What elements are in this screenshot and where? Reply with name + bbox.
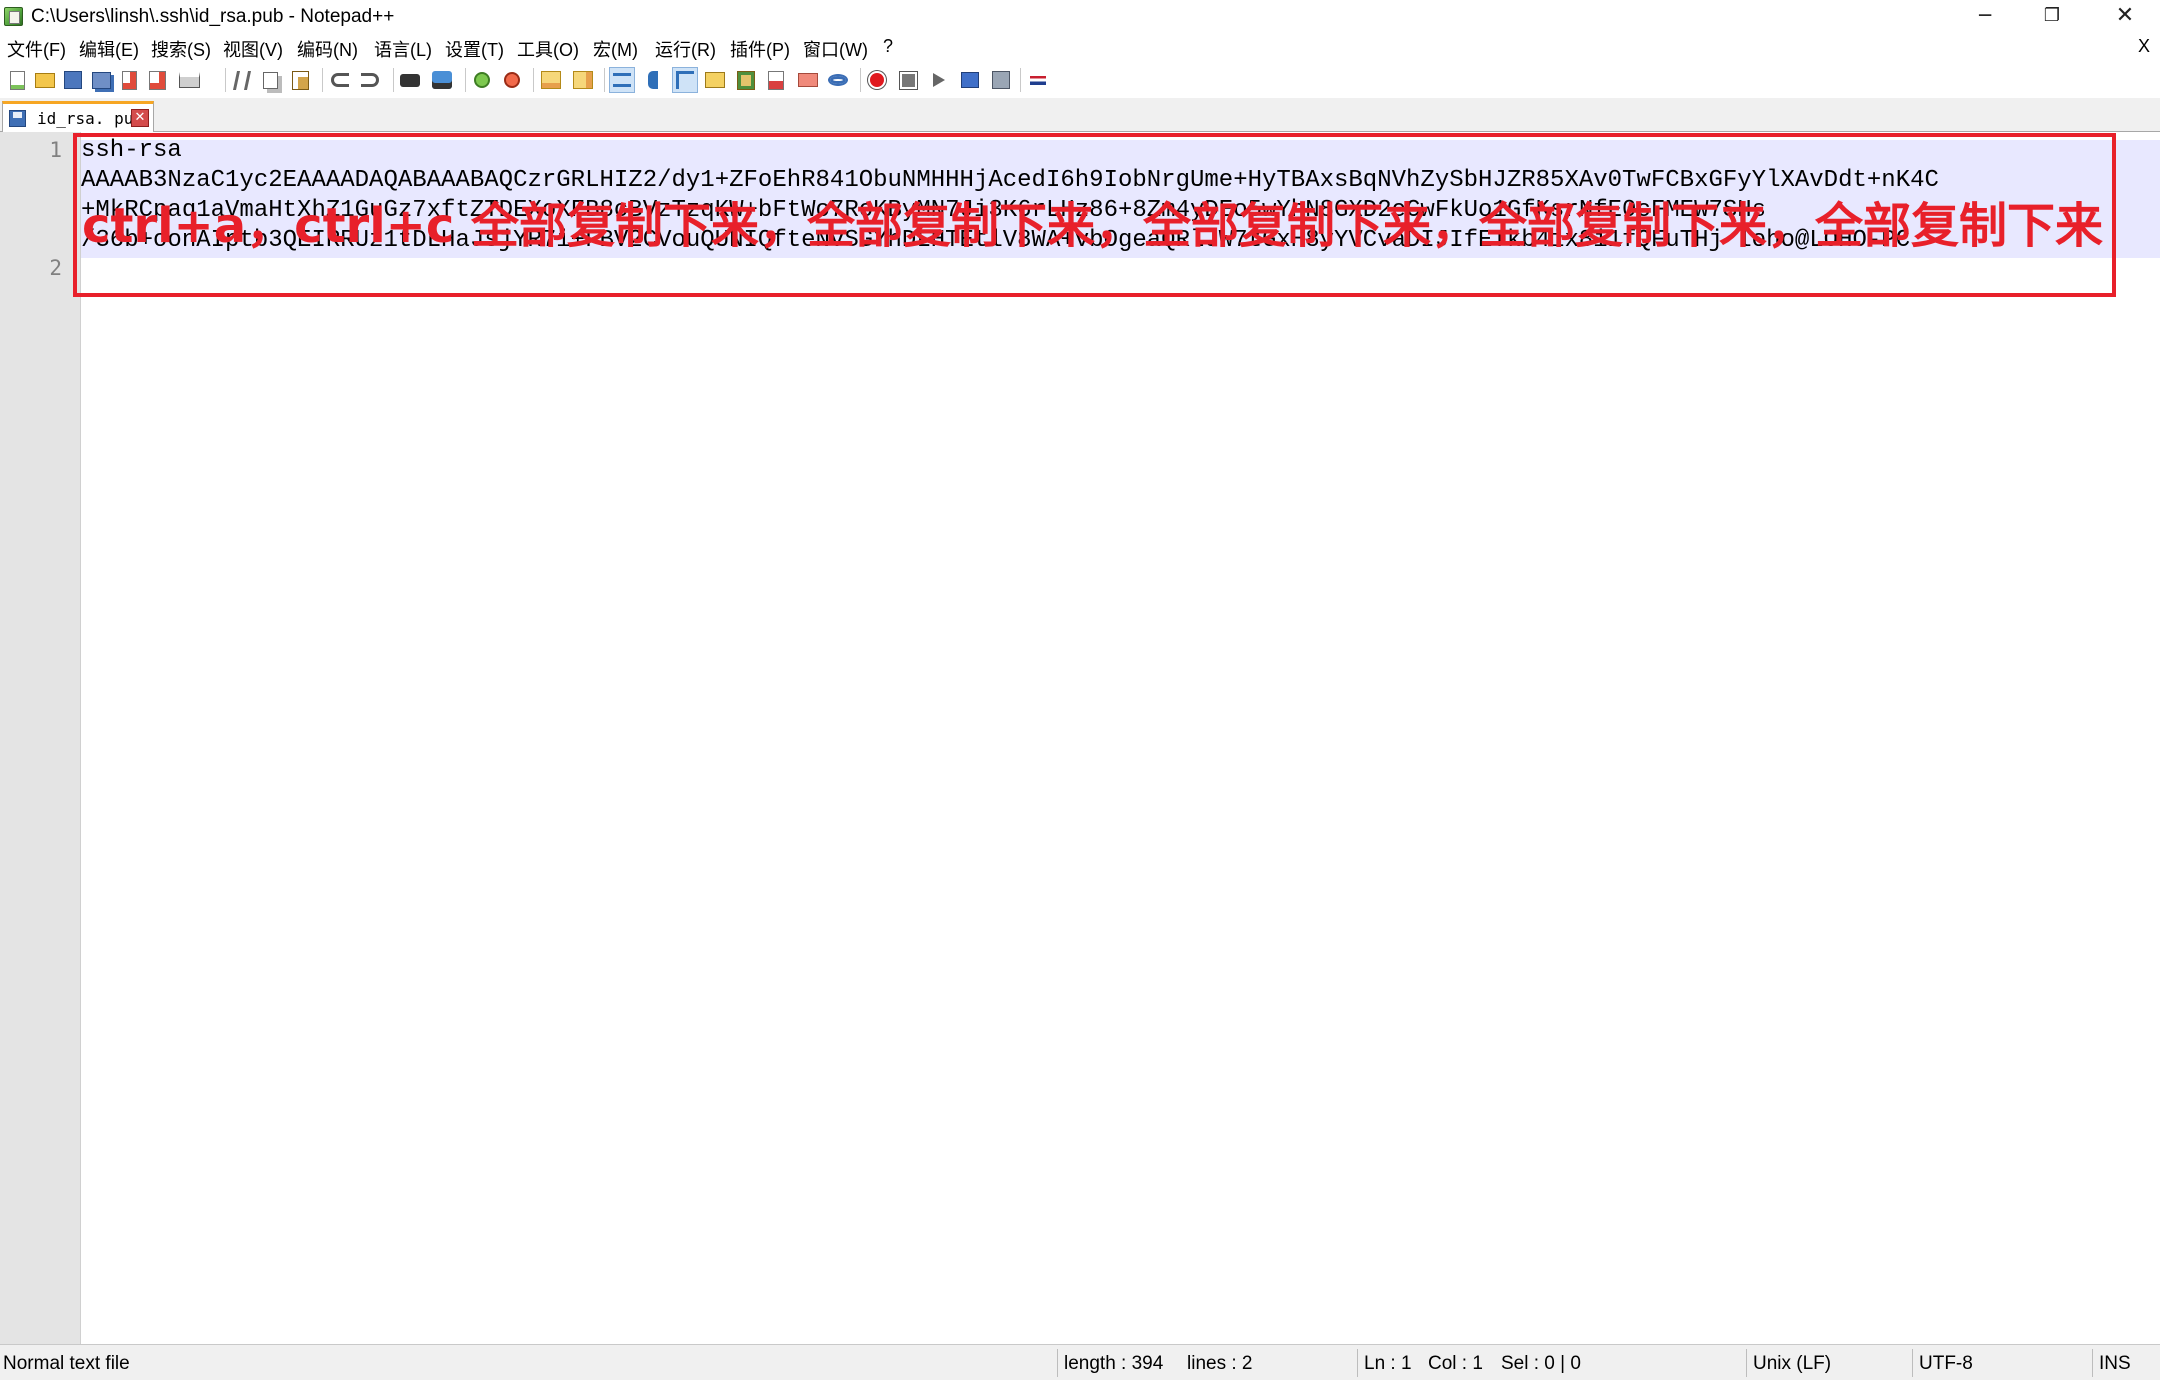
tab-label: id_rsa. pub [37,109,143,128]
record-macro-icon[interactable] [864,67,890,93]
tab-id-rsa-pub[interactable]: id_rsa. pub ✕ [2,101,154,133]
tab-bar: id_rsa. pub ✕ [0,98,2160,133]
line-number: 2 [49,256,62,280]
close-all-icon[interactable] [144,67,170,93]
stop-record-icon[interactable] [895,67,921,93]
play-macro-icon[interactable] [926,67,952,93]
menu-plugins[interactable]: 插件(P) [730,36,790,62]
status-file-type: Normal text file [3,1353,130,1374]
status-eol-format[interactable]: Unix (LF) [1753,1353,1831,1375]
word-wrap-icon[interactable] [609,67,635,93]
close-window-button[interactable]: ✕ [2090,0,2160,33]
menu-macro[interactable]: 宏(M) [593,36,638,62]
menu-bar: 文件(F) 编辑(E) 搜索(S) 视图(V) 编码(N) 语言(L) 设置(T… [0,33,2160,62]
status-encoding[interactable]: UTF-8 [1919,1353,1973,1375]
tab-close-button[interactable]: ✕ [131,109,149,127]
redo-icon[interactable] [357,67,383,93]
user-define-lang-icon[interactable] [702,67,728,93]
copy-icon[interactable] [257,67,283,93]
replace-icon[interactable] [429,67,455,93]
status-insert-mode[interactable]: INS [2099,1353,2131,1375]
menu-tools[interactable]: 工具(O) [517,36,579,62]
status-length: length : 394 [1064,1353,1164,1374]
editor[interactable]: 1 2 ssh-rsa AAAAB3NzaC1yc2EAAAADAQABAAAB… [0,132,2160,1344]
window-title: C:\Users\linsh\.ssh\id_rsa.pub - Notepad… [31,6,395,27]
status-lines: lines : 2 [1187,1353,1253,1374]
menu-window[interactable]: 窗口(W) [803,36,868,62]
save-macro-icon[interactable] [988,67,1014,93]
run-macro-multiple-icon[interactable] [957,67,983,93]
status-bar: Normal text file length : 394 lines : 2 … [0,1344,2160,1380]
close-icon[interactable] [116,67,142,93]
text-area[interactable]: ssh-rsa AAAAB3NzaC1yc2EAAAADAQABAAABAQCz… [81,132,2160,1344]
monitoring-icon[interactable] [825,67,851,93]
show-all-chars-icon[interactable] [640,67,666,93]
status-selection: Sel : 0 | 0 [1501,1353,1581,1374]
zoom-in-icon[interactable] [469,67,495,93]
status-line-number: Ln : 1 [1364,1353,1412,1374]
menu-settings[interactable]: 设置(T) [445,36,504,62]
line-number-gutter: 1 2 [0,132,81,1344]
title-bar: C:\Users\linsh\.ssh\id_rsa.pub - Notepad… [0,0,2160,33]
annotation-instruction: ctrl+a，ctrl+c 全部复制下来，全部复制下来，全部复制下来，全部复制下… [82,198,2104,254]
cut-icon[interactable] [229,67,255,93]
menu-file[interactable]: 文件(F) [7,36,66,62]
line-number: 1 [49,138,62,162]
doc-map-icon[interactable] [733,67,759,93]
save-icon[interactable] [60,67,86,93]
toolbar [0,62,2160,98]
function-list-icon[interactable] [763,67,789,93]
language-flag-icon[interactable] [1025,67,1051,93]
open-file-icon[interactable] [32,67,58,93]
save-all-icon[interactable] [88,67,114,93]
menu-search[interactable]: 搜索(S) [151,36,211,62]
notepad-plus-plus-icon [4,7,23,26]
folder-workspace-icon[interactable] [795,67,821,93]
find-icon[interactable] [397,67,423,93]
close-document-button[interactable]: X [2138,36,2150,57]
menu-help[interactable]: ? [883,36,893,57]
paste-icon[interactable] [287,67,313,93]
menu-run[interactable]: 运行(R) [655,36,716,62]
restore-button[interactable]: ❐ [2017,0,2087,33]
indent-guide-icon[interactable] [672,67,698,93]
new-file-icon[interactable] [4,67,30,93]
saved-file-icon [9,110,26,127]
menu-encoding[interactable]: 编码(N) [297,36,358,62]
menu-language[interactable]: 语言(L) [374,36,432,62]
minimize-button[interactable]: ─ [1950,0,2020,33]
zoom-out-icon[interactable] [499,67,525,93]
menu-edit[interactable]: 编辑(E) [79,36,139,62]
sync-vertical-icon[interactable] [538,67,564,93]
menu-view[interactable]: 视图(V) [223,36,283,62]
sync-horizontal-icon[interactable] [570,67,596,93]
print-icon[interactable] [176,67,202,93]
undo-icon[interactable] [327,67,353,93]
status-column: Col : 1 [1428,1353,1483,1374]
